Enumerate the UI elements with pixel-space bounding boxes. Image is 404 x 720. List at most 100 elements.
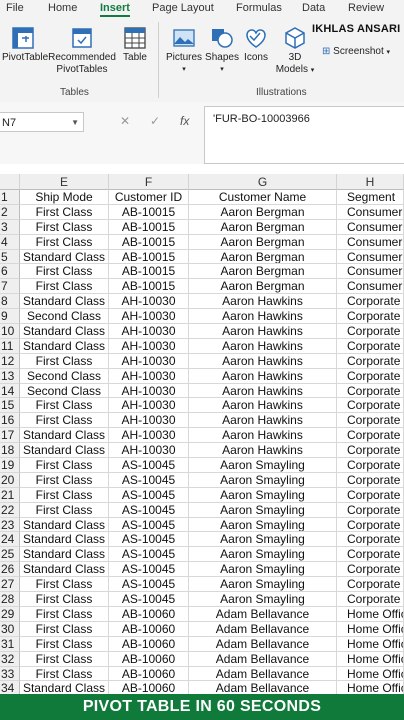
row-header[interactable]: 31	[0, 636, 20, 652]
cell-ship-mode[interactable]: Standard Class	[20, 562, 109, 578]
cell-customer-name[interactable]: Aaron Hawkins	[189, 413, 337, 429]
cell-customer-id[interactable]: AH-10030	[109, 428, 189, 444]
cell-customer-id[interactable]: AS-10045	[109, 592, 189, 607]
cell-customer-name[interactable]: Aaron Smayling	[189, 487, 337, 503]
cell-segment[interactable]: Corporate	[337, 324, 404, 339]
cell-customer-id[interactable]: AS-10045	[109, 577, 189, 593]
cell-segment[interactable]: Home Office	[337, 666, 404, 682]
cell-customer-name[interactable]: Aaron Smayling	[189, 532, 337, 548]
row-header[interactable]: 22	[0, 502, 20, 518]
row-header[interactable]: 2	[0, 204, 20, 220]
row-header[interactable]: 33	[0, 666, 20, 682]
cell-ship-mode[interactable]: Second Class	[20, 368, 109, 384]
column-header-h[interactable]: H	[337, 174, 404, 190]
shapes-button[interactable]: Shapes ▾	[204, 26, 240, 76]
cell-customer-name[interactable]: Aaron Hawkins	[189, 383, 337, 399]
cell-ship-mode[interactable]: First Class	[20, 398, 109, 414]
cell-customer-id[interactable]: AH-10030	[109, 413, 189, 429]
cell-customer-name[interactable]: Adam Bellavance	[189, 651, 337, 667]
cell-customer-id[interactable]: AB-10060	[109, 666, 189, 682]
cell-segment[interactable]: Corporate	[337, 547, 404, 563]
formula-input[interactable]: 'FUR-BO-10003966	[204, 106, 404, 164]
cell-customer-id[interactable]: AB-10060	[109, 636, 189, 652]
tab-review[interactable]: Review	[348, 2, 384, 14]
cell-segment[interactable]: Corporate	[337, 443, 404, 459]
cell-segment[interactable]: Corporate	[337, 532, 404, 548]
cell-customer-id[interactable]: AB-10015	[109, 249, 189, 265]
row-header[interactable]: 9	[0, 309, 20, 325]
cell-customer-name[interactable]: Adam Bellavance	[189, 621, 337, 637]
row-header[interactable]: 21	[0, 487, 20, 503]
row-header[interactable]: 32	[0, 651, 20, 667]
cell-customer-name[interactable]: Aaron Hawkins	[189, 428, 337, 444]
cell-customer-id[interactable]: AS-10045	[109, 547, 189, 563]
cell-ship-mode[interactable]: First Class	[20, 413, 109, 429]
cell-customer-id[interactable]: AB-10060	[109, 621, 189, 637]
cell-customer-id[interactable]: AH-10030	[109, 338, 189, 354]
cell-segment[interactable]: Corporate	[337, 458, 404, 473]
row-header[interactable]: 14	[0, 383, 20, 399]
cell-segment[interactable]: Corporate	[337, 368, 404, 384]
cell-customer-name[interactable]: Aaron Hawkins	[189, 353, 337, 369]
cell-ship-mode[interactable]: Standard Class	[20, 294, 109, 310]
cell-ship-mode[interactable]: Standard Class	[20, 324, 109, 339]
cell-customer-id[interactable]: AH-10030	[109, 383, 189, 399]
cell-customer-id[interactable]: AS-10045	[109, 487, 189, 503]
cell-customer-name[interactable]: Aaron Smayling	[189, 517, 337, 533]
cell-segment[interactable]: Corporate	[337, 309, 404, 325]
column-header-e[interactable]: E	[20, 174, 109, 190]
column-header-f[interactable]: F	[109, 174, 189, 190]
cell-ship-mode[interactable]: First Class	[20, 234, 109, 250]
column-header-g[interactable]: G	[189, 174, 337, 190]
tab-formulas[interactable]: Formulas	[236, 2, 282, 14]
cell-ship-mode[interactable]: Second Class	[20, 383, 109, 399]
cell-ship-mode[interactable]: Standard Class	[20, 517, 109, 533]
cell-ship-mode[interactable]: First Class	[20, 487, 109, 503]
screenshot-button[interactable]: ⊞ Screenshot ▾	[322, 46, 390, 57]
cell-segment[interactable]: Corporate	[337, 383, 404, 399]
cell-customer-id[interactable]: AH-10030	[109, 368, 189, 384]
cell-ship-mode[interactable]: Standard Class	[20, 428, 109, 444]
table-button[interactable]: Table	[118, 26, 152, 64]
cell-segment[interactable]: Corporate	[337, 577, 404, 593]
cell-customer-name[interactable]: Adam Bellavance	[189, 666, 337, 682]
pivottable-button[interactable]: PivotTable	[2, 26, 48, 64]
cell-customer-name[interactable]: Aaron Smayling	[189, 547, 337, 563]
cell-ship-mode[interactable]: Standard Class	[20, 249, 109, 265]
insert-function-icon[interactable]: fx	[180, 114, 189, 128]
cell-segment[interactable]: Corporate	[337, 294, 404, 310]
cell-customer-id[interactable]: AH-10030	[109, 398, 189, 414]
cell-customer-name[interactable]: Aaron Hawkins	[189, 309, 337, 325]
cell-ship-mode[interactable]: First Class	[20, 651, 109, 667]
cell-customer-id[interactable]: AB-10015	[109, 264, 189, 280]
cell-customer-name[interactable]: Aaron Smayling	[189, 592, 337, 607]
tab-page-layout[interactable]: Page Layout	[152, 2, 214, 14]
row-header[interactable]: 6	[0, 264, 20, 280]
cell-ship-mode[interactable]: Standard Class	[20, 547, 109, 563]
row-header[interactable]: 11	[0, 338, 20, 354]
cell-ship-mode[interactable]: First Class	[20, 502, 109, 518]
cell-customer-id[interactable]: AB-10060	[109, 651, 189, 667]
cell-segment[interactable]: Corporate	[337, 353, 404, 369]
cell-customer-id[interactable]: AS-10045	[109, 562, 189, 578]
tab-home[interactable]: Home	[48, 2, 77, 14]
cell-ship-mode[interactable]: Standard Class	[20, 443, 109, 459]
cell-customer-name[interactable]: Aaron Smayling	[189, 458, 337, 473]
row-header[interactable]: 24	[0, 532, 20, 548]
cell-ship-mode[interactable]: First Class	[20, 621, 109, 637]
cell-ship-mode[interactable]: First Class	[20, 264, 109, 280]
cell-customer-id[interactable]: AH-10030	[109, 324, 189, 339]
cell-customer-id[interactable]: AS-10045	[109, 532, 189, 548]
cell-ship-mode[interactable]: First Class	[20, 472, 109, 488]
cell-customer-id[interactable]: AB-10060	[109, 606, 189, 622]
cell-ship-mode[interactable]: First Class	[20, 666, 109, 682]
cell-segment[interactable]: Corporate	[337, 413, 404, 429]
row-header[interactable]: 7	[0, 279, 20, 295]
cell-segment[interactable]: Consumer	[337, 204, 404, 220]
cell-segment[interactable]: Corporate	[337, 562, 404, 578]
cell-segment[interactable]: Consumer	[337, 234, 404, 250]
cell-customer-name[interactable]: Aaron Hawkins	[189, 338, 337, 354]
row-header[interactable]: 19	[0, 458, 20, 473]
cell-customer-name[interactable]: Aaron Hawkins	[189, 294, 337, 310]
cell-segment[interactable]: Corporate	[337, 487, 404, 503]
